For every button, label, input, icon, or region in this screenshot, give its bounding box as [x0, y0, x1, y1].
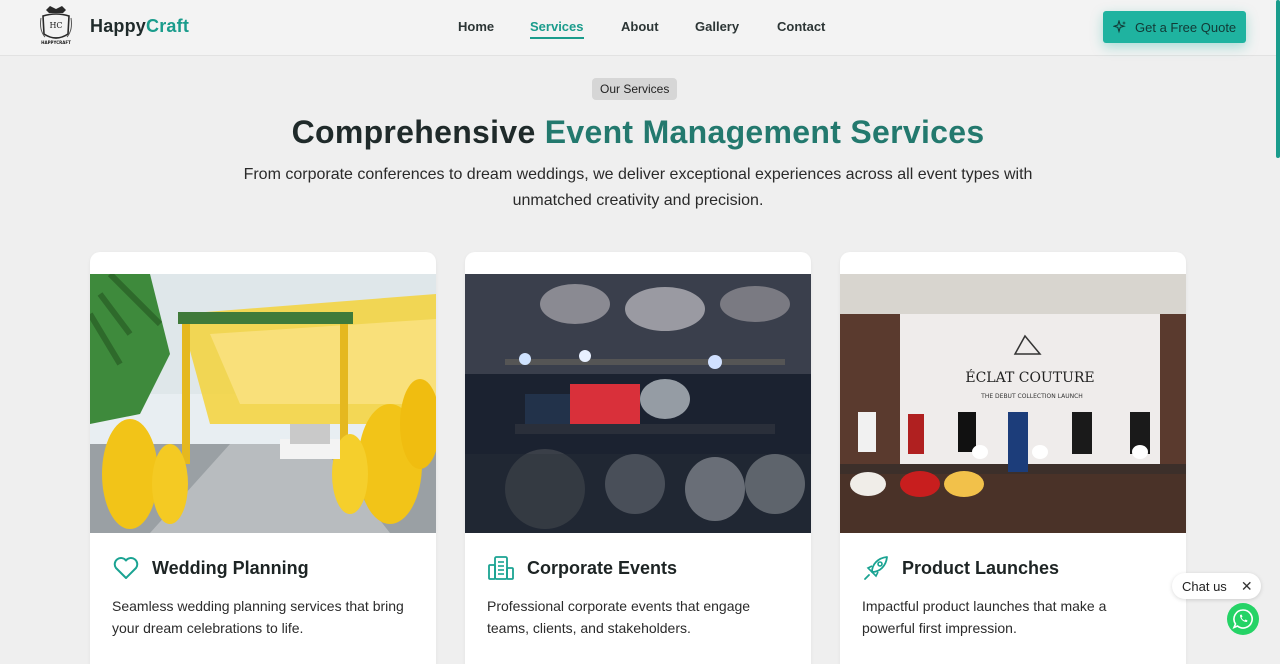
get-free-quote-label: Get a Free Quote — [1135, 19, 1237, 35]
heart-icon — [113, 557, 139, 579]
card-title: Wedding Planning — [152, 558, 309, 578]
close-icon[interactable]: ✕ — [1241, 578, 1253, 595]
svg-text:HAPPYCRAFT: HAPPYCRAFT — [41, 40, 71, 45]
section-badge: Our Services — [592, 78, 678, 100]
whatsapp-icon — [1232, 609, 1253, 630]
service-card-corporate[interactable]: Corporate Events Professional corporate … — [465, 252, 811, 664]
main-nav: Home Services About Gallery Contact — [0, 19, 1280, 39]
sparkles-icon — [1113, 20, 1126, 34]
svg-text:THE DEBUT COLLECTION LAUNCH: THE DEBUT COLLECTION LAUNCH — [980, 393, 1083, 400]
nav-gallery[interactable]: Gallery — [695, 19, 739, 34]
card-description: Seamless wedding planning services that … — [112, 598, 404, 636]
service-card-wedding[interactable]: Wedding Planning Seamless wedding planni… — [90, 252, 436, 664]
wedding-photo — [90, 274, 436, 533]
site-header: HC HAPPYCRAFT HappyCraft Home Services A… — [0, 0, 1280, 56]
nav-about[interactable]: About — [621, 19, 659, 34]
card-title: Product Launches — [902, 558, 1060, 578]
chat-us-pill[interactable]: Chat us ✕ — [1172, 573, 1261, 599]
page-scrollbar[interactable] — [1276, 0, 1280, 158]
building-icon — [488, 556, 514, 580]
whatsapp-button[interactable] — [1227, 603, 1259, 635]
svg-text:ÉCLAT COUTURE: ÉCLAT COUTURE — [965, 368, 1094, 386]
nav-home[interactable]: Home — [458, 19, 494, 34]
nav-contact[interactable]: Contact — [777, 19, 825, 34]
get-free-quote-button[interactable]: Get a Free Quote — [1103, 11, 1246, 43]
chat-us-label: Chat us — [1182, 578, 1227, 594]
section-title-part-1: Comprehensive — [291, 114, 536, 150]
section-title: Comprehensive Event Management Services — [0, 114, 1276, 151]
card-description: Professional corporate events that engag… — [487, 598, 751, 636]
section-subtitle: From corporate conferences to dream wedd… — [243, 166, 1033, 209]
card-description: Impactful product launches that make a p… — [862, 598, 1107, 636]
card-title: Corporate Events — [527, 558, 678, 578]
corporate-event-photo — [465, 274, 811, 533]
service-card-product-launch[interactable]: ÉCLAT COUTURE THE DEBUT COLLECTION LAUNC… — [840, 252, 1186, 664]
nav-services[interactable]: Services — [530, 19, 584, 39]
product-launch-photo: ÉCLAT COUTURE THE DEBUT COLLECTION LAUNC… — [840, 274, 1186, 533]
rocket-icon — [864, 556, 888, 580]
section-title-part-2: Event Management Services — [544, 114, 985, 150]
